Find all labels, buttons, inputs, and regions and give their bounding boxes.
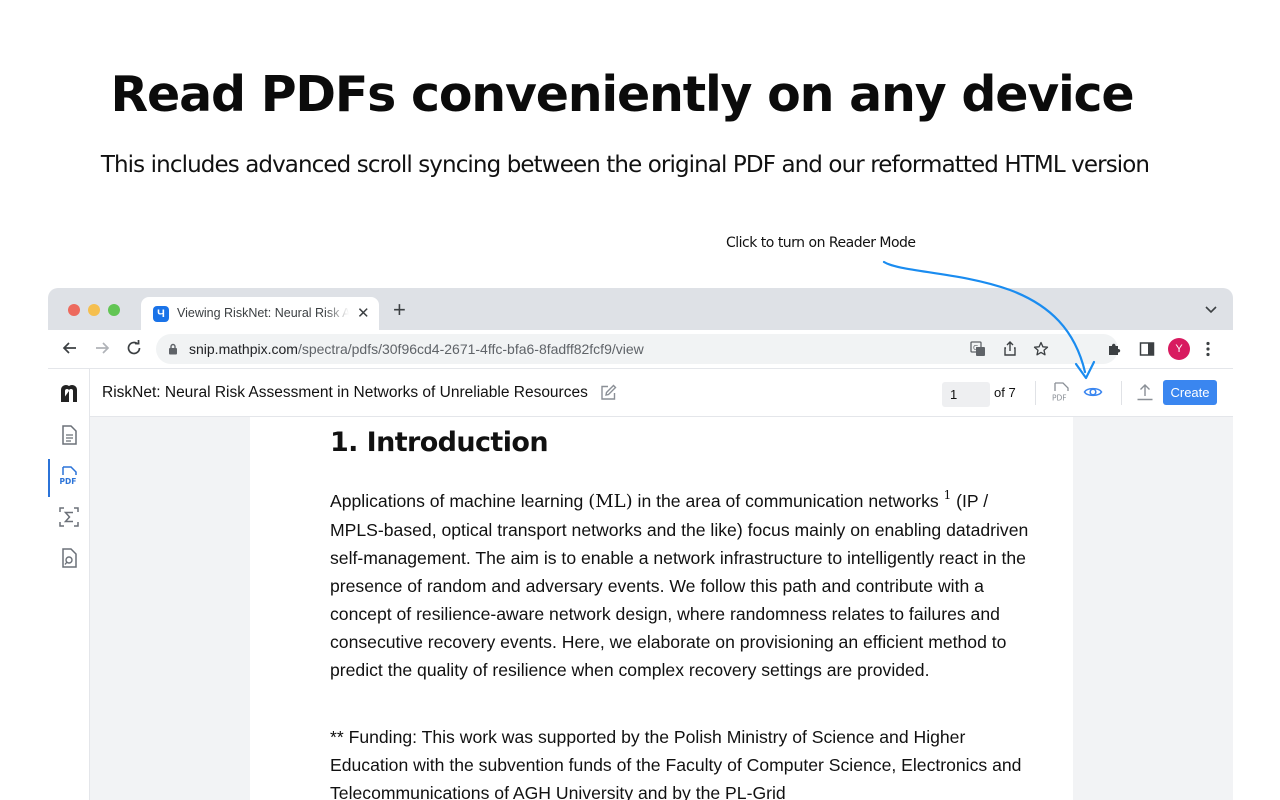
arrow-right-icon[interactable]: [93, 339, 111, 357]
edit-icon[interactable]: [600, 384, 617, 401]
star-icon[interactable]: [1033, 341, 1049, 357]
section-heading: 1. Introduction: [330, 427, 549, 458]
document-page: 1. Introduction Applications of machine …: [250, 417, 1073, 800]
create-button[interactable]: Create: [1163, 380, 1217, 405]
document-icon[interactable]: [58, 424, 80, 446]
profile-avatar[interactable]: Y: [1168, 338, 1190, 360]
sidebar-active-indicator: [48, 459, 50, 497]
kebab-menu-icon[interactable]: [1205, 341, 1211, 357]
url-host: snip.mathpix.com: [189, 341, 298, 357]
page-number-input[interactable]: [942, 382, 990, 407]
lock-icon: [169, 343, 177, 355]
mathpix-app: PDF RiskNet: Neural Risk Assessment in N…: [48, 368, 1233, 800]
url-text[interactable]: snip.mathpix.com/spectra/pdfs/30f96cd4-2…: [189, 341, 644, 357]
pdf-view-icon[interactable]: PDF: [1052, 382, 1070, 402]
paragraph-introduction: Applications of machine learning (ML) in…: [330, 481, 1030, 684]
sidebar: PDF: [48, 369, 90, 800]
toolbar-divider: [1035, 381, 1036, 405]
p1-text-start: Applications of machine learning: [330, 491, 589, 511]
pdf-file-icon[interactable]: PDF: [58, 465, 80, 487]
browser-window: Ч Viewing RiskNet: Neural Risk Assessmen…: [48, 288, 1233, 800]
svg-text:PDF: PDF: [60, 477, 77, 486]
new-tab-button[interactable]: +: [393, 299, 406, 321]
share-icon[interactable]: [1002, 341, 1018, 357]
svg-text:G: G: [973, 344, 978, 352]
translate-icon[interactable]: G: [970, 341, 986, 357]
sigma-math-icon[interactable]: [58, 506, 80, 528]
puzzle-icon[interactable]: [1107, 341, 1123, 357]
mathpix-logo-icon[interactable]: [58, 382, 80, 404]
address-bar[interactable]: snip.mathpix.com/spectra/pdfs/30f96cd4-2…: [156, 334, 1118, 364]
p1-text-middle: in the area of communication networks: [632, 491, 944, 511]
reader-mode-callout: Click to turn on Reader Mode: [726, 235, 916, 251]
maximize-window-button[interactable]: [108, 304, 120, 316]
browser-tab-active[interactable]: Ч Viewing RiskNet: Neural Risk Assessmen…: [141, 297, 379, 330]
app-header: RiskNet: Neural Risk Assessment in Netwo…: [90, 369, 1233, 417]
eye-icon[interactable]: [1083, 382, 1103, 402]
url-path: /spectra/pdfs/30f96cd4-2671-4ffc-bfa6-8f…: [297, 341, 644, 357]
close-window-button[interactable]: [68, 304, 80, 316]
reload-icon[interactable]: [125, 339, 143, 357]
upload-icon[interactable]: [1136, 383, 1154, 401]
paragraph-funding: ** Funding: This work was supported by t…: [330, 727, 1022, 800]
minimize-window-button[interactable]: [88, 304, 100, 316]
pdf-toggle-label: PDF: [1052, 394, 1067, 403]
tab-strip: Ч Viewing RiskNet: Neural Risk Assessmen…: [48, 288, 1233, 330]
chevron-down-icon[interactable]: [1204, 302, 1218, 316]
document-title: RiskNet: Neural Risk Assessment in Netwo…: [102, 384, 588, 401]
tab-title: Viewing RiskNet: Neural Risk Assessment …: [177, 306, 349, 320]
tab-close-icon[interactable]: ✕: [357, 304, 370, 322]
mathpix-favicon-icon: Ч: [153, 306, 169, 322]
hero-subtitle: This includes advanced scroll syncing be…: [100, 152, 1150, 178]
p1-text-end: (IP / MPLS-based, optical transport netw…: [330, 491, 1029, 680]
hero-title: Read PDFs conveniently on any device: [110, 66, 1135, 123]
document-search-icon[interactable]: [58, 547, 80, 569]
page-total-label: of 7: [994, 385, 1016, 400]
side-panel-icon[interactable]: [1139, 341, 1155, 357]
browser-toolbar: snip.mathpix.com/spectra/pdfs/30f96cd4-2…: [48, 330, 1233, 368]
toolbar-divider: [1121, 381, 1122, 405]
math-ml: (ML): [588, 491, 633, 512]
arrow-left-icon[interactable]: [61, 339, 79, 357]
